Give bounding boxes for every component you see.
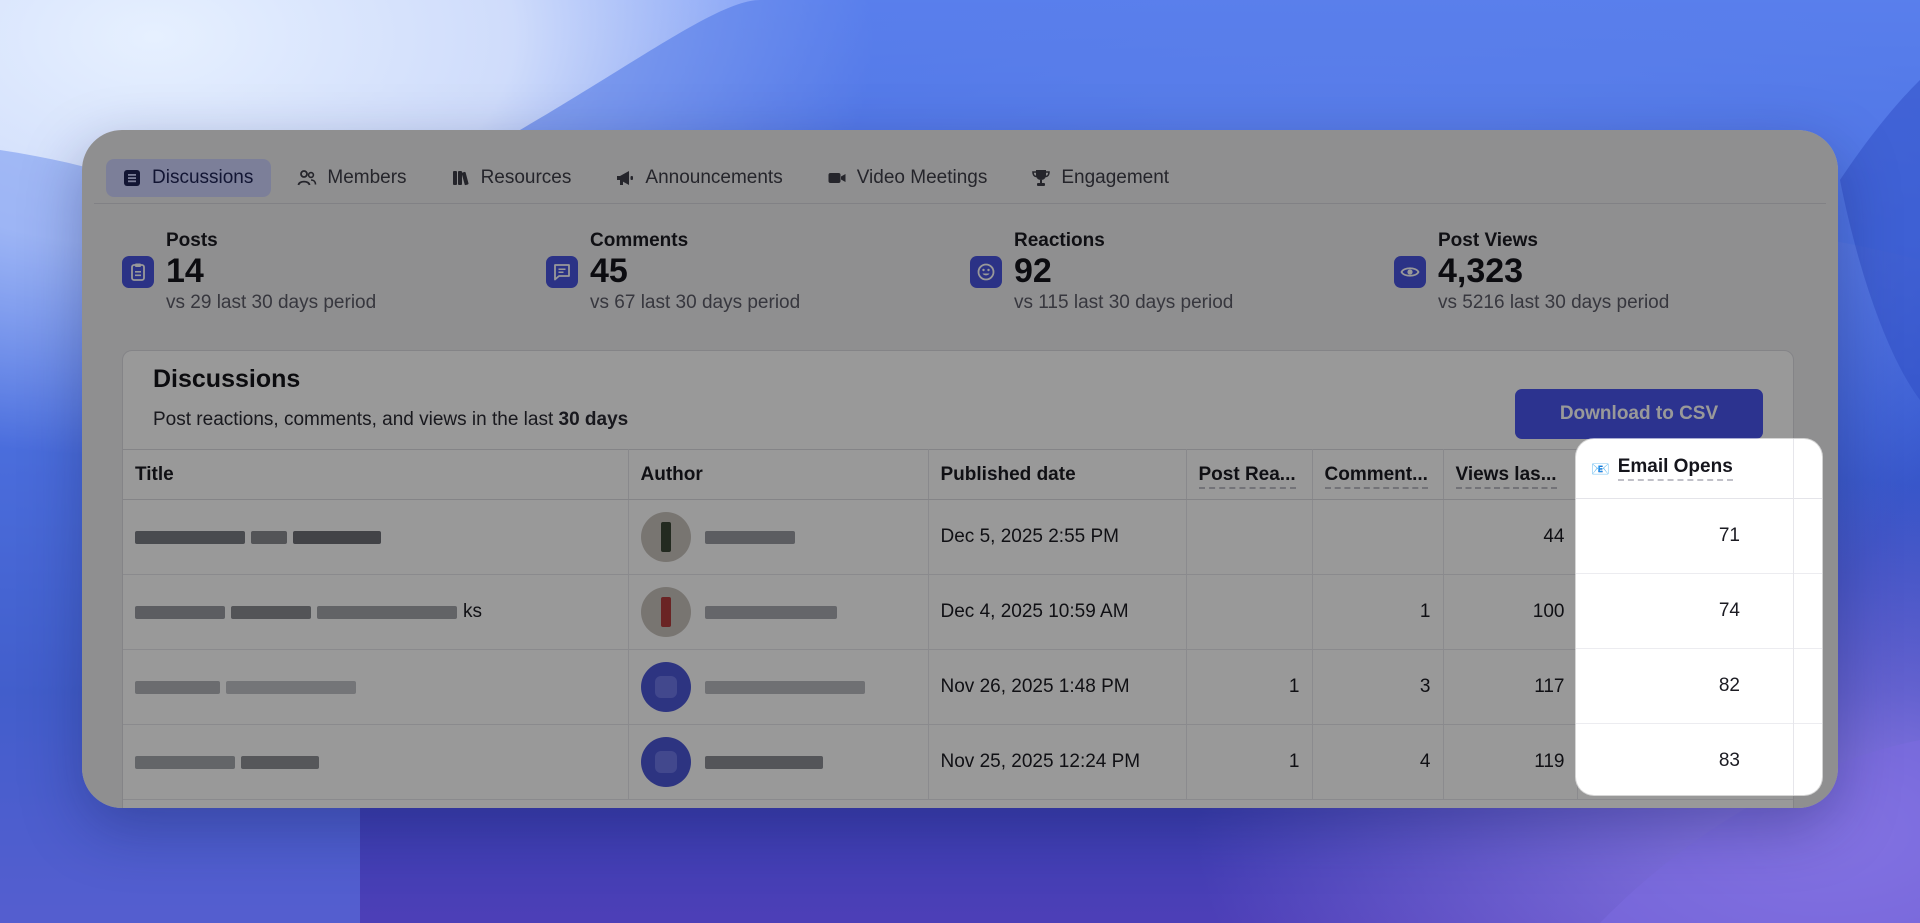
discussions-panel: Discussions Post reactions, comments, an… [122, 350, 1794, 808]
panel-subtitle-period: 30 days [558, 409, 629, 430]
tab-label: Members [327, 166, 407, 188]
megaphone-icon [617, 170, 634, 185]
email-opens-spotlight: 📧 Email Opens 71 74 82 83 [1576, 439, 1822, 795]
tab-bar: Discussions Members Resources Announceme… [94, 152, 1826, 204]
cell-published-date: Nov 25, 2025 12:24 PM [928, 724, 1187, 800]
tab-engagement[interactable]: Engagement [1015, 159, 1187, 197]
email-opens-cell: 71 [1576, 499, 1822, 574]
column-header-published-date[interactable]: Published date [928, 449, 1187, 500]
cell-published-date: Dec 4, 2025 10:59 AM [928, 574, 1187, 650]
column-header-views[interactable]: Views las... [1443, 449, 1578, 500]
stat-compare: vs 67 last 30 days period [590, 292, 801, 313]
cell-author[interactable] [628, 574, 929, 650]
table-row[interactable]: Nov 26, 2025 1:48 PM 1 3 117 82 [123, 649, 1793, 725]
email-opens-cell: 82 [1576, 649, 1822, 724]
stat-value: 92 [1014, 252, 1052, 290]
cell-author[interactable] [628, 649, 929, 725]
analytics-card: Discussions Members Resources Announceme… [82, 130, 1838, 808]
tab-label: Video Meetings [856, 166, 988, 188]
panel-subtitle-text: Post reactions, comments, and views in t… [153, 409, 554, 430]
tab-announcements[interactable]: Announcements [599, 159, 800, 197]
cell-comments: 4 [1312, 724, 1444, 800]
stat-post-views: Post Views 4,323 vs 5216 last 30 days pe… [1394, 230, 1814, 330]
trophy-icon [1032, 169, 1051, 186]
cell-views: 117 [1443, 649, 1578, 725]
cell-title[interactable] [123, 499, 629, 575]
cell-published-date: Dec 5, 2025 2:55 PM [928, 499, 1187, 575]
email-opens-label: Email Opens [1617, 456, 1733, 481]
cell-title[interactable]: ks [123, 574, 629, 650]
stat-value: 45 [590, 252, 628, 290]
books-icon [452, 170, 469, 185]
cell-reactions [1186, 574, 1313, 650]
stat-compare: vs 5216 last 30 days period [1438, 292, 1670, 313]
stat-label: Comments [590, 230, 689, 251]
cell-title[interactable] [123, 724, 629, 800]
table-row[interactable]: Dec 5, 2025 2:55 PM 44 71 [123, 499, 1793, 575]
tab-members[interactable]: Members [281, 159, 424, 197]
stat-reactions: Reactions 92 vs 115 last 30 days period [970, 230, 1390, 330]
clipboard-icon [122, 256, 154, 288]
avatar [640, 662, 691, 712]
stat-value: 4,323 [1438, 252, 1524, 290]
email-opens-cell: 83 [1576, 724, 1822, 795]
stat-compare: vs 115 last 30 days period [1014, 292, 1234, 313]
video-camera-icon [828, 172, 846, 183]
tab-label: Engagement [1061, 166, 1170, 188]
stats-row: Posts 14 vs 29 last 30 days period Comme… [122, 230, 1822, 330]
cell-published-date: Nov 26, 2025 1:48 PM [928, 649, 1187, 725]
column-header-title[interactable]: Title [123, 449, 629, 500]
cell-reactions: 1 [1186, 649, 1313, 725]
users-icon [297, 169, 317, 185]
cell-author[interactable] [628, 499, 929, 575]
cell-comments: 1 [1312, 574, 1444, 650]
eye-icon [1394, 256, 1426, 288]
list-icon [124, 169, 140, 186]
smile-icon [970, 256, 1002, 288]
stat-value: 14 [166, 252, 204, 290]
download-csv-button[interactable]: Download to CSV [1515, 389, 1763, 439]
tab-discussions[interactable]: Discussions [106, 158, 272, 197]
stat-label: Post Views [1438, 230, 1538, 251]
stat-label: Posts [166, 230, 218, 251]
avatar [640, 512, 691, 562]
cell-views: 119 [1443, 724, 1578, 800]
stat-posts: Posts 14 vs 29 last 30 days period [122, 230, 542, 330]
column-divider [1793, 439, 1794, 795]
tab-label: Discussions [152, 166, 254, 188]
cell-title[interactable] [123, 649, 629, 725]
tab-label: Announcements [645, 166, 783, 188]
cell-comments [1312, 499, 1444, 575]
tab-label: Resources [480, 166, 572, 188]
column-header-comments[interactable]: Comment... [1312, 449, 1444, 500]
table-row[interactable]: Nov 25, 2025 12:24 PM 1 4 119 83 [123, 724, 1793, 800]
panel-subtitle: Post reactions, comments, and views in t… [153, 409, 628, 431]
chat-icon [546, 256, 578, 288]
stat-label: Reactions [1014, 230, 1105, 251]
cell-author[interactable] [628, 724, 929, 800]
stat-compare: vs 29 last 30 days period [166, 292, 377, 313]
tab-video-meetings[interactable]: Video Meetings [811, 159, 1006, 197]
table-header-row: Title Author Published date Post Rea... … [123, 449, 1793, 500]
cell-views: 44 [1443, 499, 1578, 575]
panel-title: Discussions [153, 365, 301, 393]
cell-reactions: 1 [1186, 724, 1313, 800]
tab-resources[interactable]: Resources [435, 159, 590, 197]
avatar [640, 737, 691, 787]
email-opens-header[interactable]: 📧 Email Opens [1576, 439, 1822, 499]
cell-comments: 3 [1312, 649, 1444, 725]
stat-comments: Comments 45 vs 67 last 30 days period [546, 230, 966, 330]
cell-views: 100 [1443, 574, 1578, 650]
discussions-table: Title Author Published date Post Rea... … [123, 449, 1793, 800]
table-row[interactable]: ks Dec 4, 2025 10:59 AM 1 100 74 [123, 574, 1793, 650]
column-header-author[interactable]: Author [628, 449, 929, 500]
email-opens-cell: 74 [1576, 574, 1822, 649]
column-header-post-reactions[interactable]: Post Rea... [1186, 449, 1313, 500]
envelope-icon: 📧 [1591, 460, 1610, 478]
avatar [640, 587, 691, 637]
cell-reactions [1186, 499, 1313, 575]
